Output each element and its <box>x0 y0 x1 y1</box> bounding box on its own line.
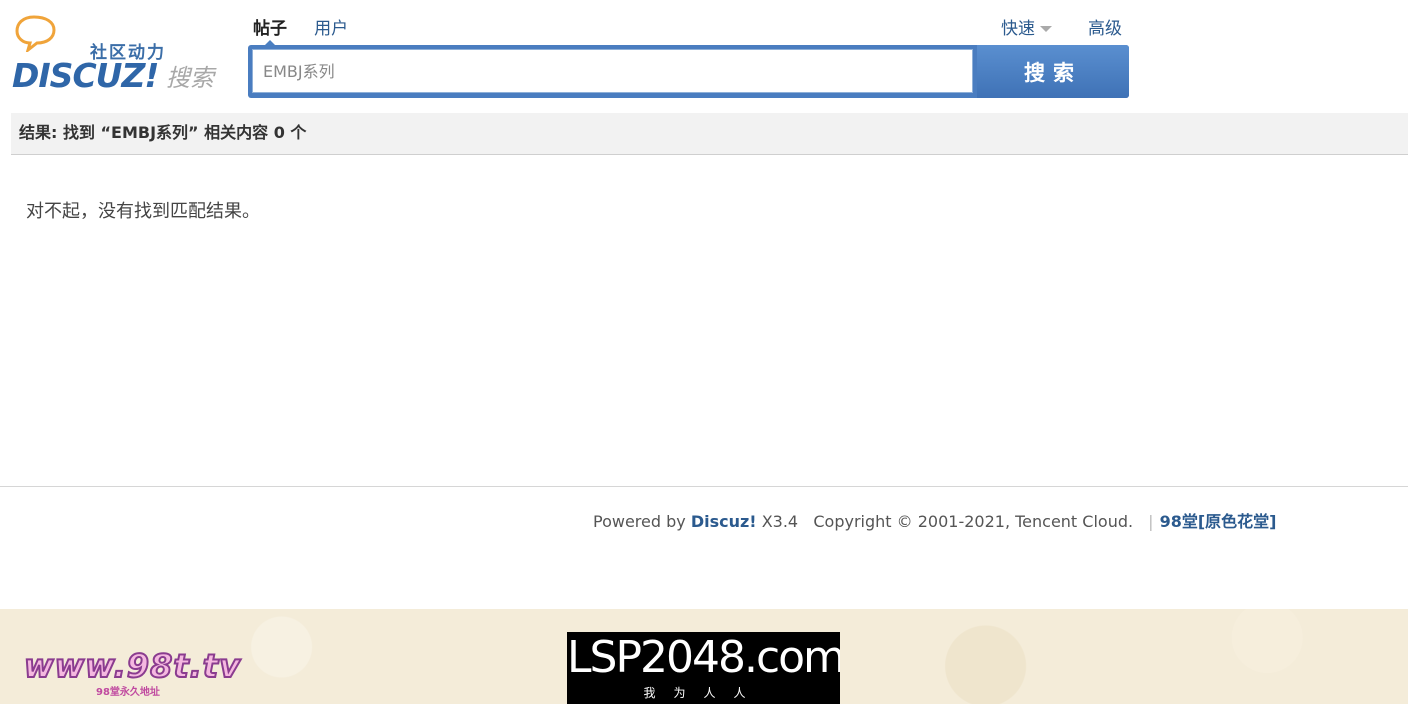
banner-site-98t-sub: 98堂永久地址 <box>96 687 160 698</box>
banner-lsp2048-title: LSP2048.com <box>567 632 840 683</box>
tab-users[interactable]: 用户 <box>314 14 348 39</box>
chevron-down-icon <box>1040 26 1052 32</box>
footer: Powered by Discuz! X3.4 Copyright © 2001… <box>593 508 1276 532</box>
footer-divider <box>0 486 1408 487</box>
version-text: X3.4 <box>761 512 799 531</box>
speech-bubble-icon <box>15 15 56 52</box>
powered-by-text: Powered by <box>593 512 686 531</box>
site-name-link[interactable]: 98堂[原色花堂] <box>1160 512 1277 531</box>
copyright-text: Copyright © 2001-2021, Tencent Cloud. <box>813 512 1134 531</box>
search-bar: 搜索 <box>248 45 1129 98</box>
banner-site-98t[interactable]: www.98t.tv <box>23 646 241 686</box>
result-summary: 结果: 找到 “EMBJ系列” 相关内容 0 个 <box>11 113 1408 155</box>
discuz-logo[interactable]: 社区动力 DISCUZ! 搜索 <box>12 14 222 96</box>
tab-posts[interactable]: 帖子 <box>253 14 287 45</box>
banner-lsp2048-sub: 我为人人 <box>643 686 764 700</box>
footer-separator: | <box>1148 512 1154 531</box>
logo-sub: 搜索 <box>166 64 214 92</box>
search-button[interactable]: 搜索 <box>977 45 1129 98</box>
quick-menu[interactable]: 快速 <box>1001 14 1052 39</box>
advanced-search-link[interactable]: 高级 <box>1088 14 1122 39</box>
quick-label: 快速 <box>1001 19 1035 39</box>
search-type-tabs: 帖子 用户 <box>253 14 370 45</box>
empty-result-message: 对不起，没有找到匹配结果。 <box>26 201 260 222</box>
header: 社区动力 DISCUZ! 搜索 帖子 用户 快速 高级 搜索 <box>0 0 1408 110</box>
search-input[interactable] <box>252 49 973 93</box>
logo-brand: DISCUZ! <box>12 56 159 95</box>
ad-banner: www.98t.tv 98堂永久地址 LSP2048.com 我为人人 <box>0 609 1408 704</box>
discuz-link[interactable]: Discuz! <box>691 512 757 531</box>
banner-lsp2048[interactable]: LSP2048.com 我为人人 <box>567 632 840 704</box>
